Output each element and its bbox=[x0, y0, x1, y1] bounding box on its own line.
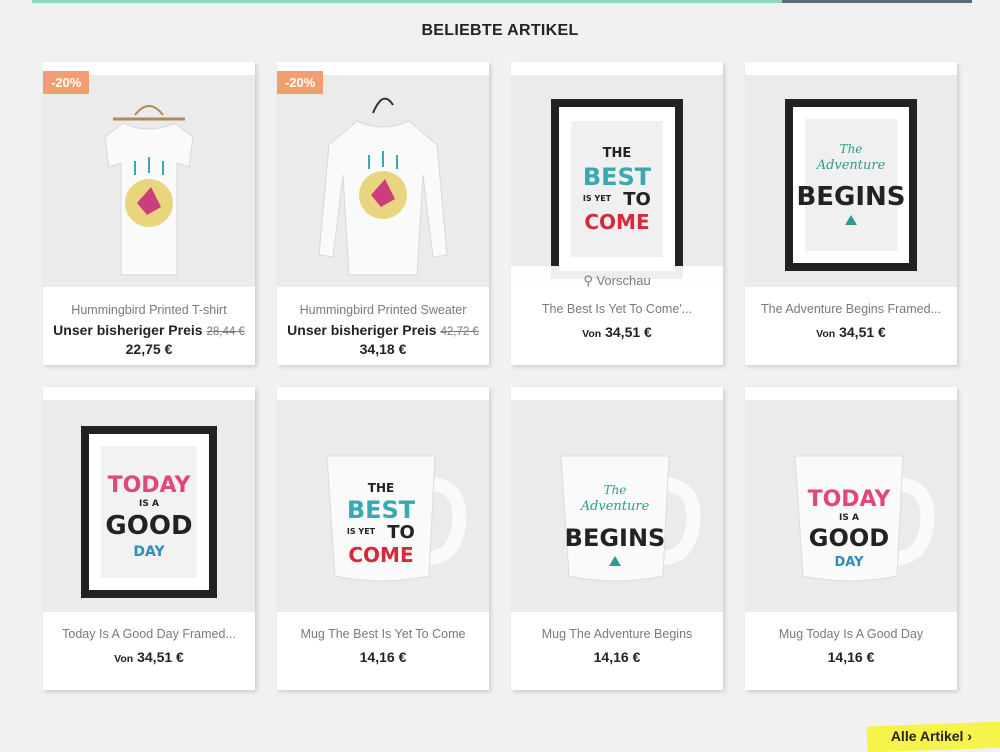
product-card-mug-today[interactable]: TODAY IS A GOOD DAY Mug Today Is A Good … bbox=[745, 387, 957, 690]
product-card-best-framed[interactable]: THE BEST IS YET TO COME ⚲ Vorschau The B… bbox=[511, 62, 723, 365]
art-text: GOOD bbox=[809, 524, 889, 552]
product-name[interactable]: Hummingbird Printed Sweater bbox=[277, 303, 489, 317]
art-text: Adventure bbox=[816, 158, 886, 173]
discount-badge: -20% bbox=[43, 71, 90, 94]
price-line: Von 34,51 € bbox=[745, 324, 957, 340]
product-price: 34,51 € bbox=[839, 324, 886, 340]
product-price: 14,16 € bbox=[359, 649, 407, 665]
search-icon: ⚲ bbox=[583, 273, 593, 288]
product-price: 14,16 € bbox=[827, 649, 875, 665]
quick-view-label: Vorschau bbox=[596, 273, 651, 288]
price-from-label: Von bbox=[816, 328, 836, 340]
art-text: The bbox=[604, 483, 627, 497]
art-text: THE bbox=[603, 146, 632, 161]
product-image-adventure-framed[interactable]: The Adventure BEGINS bbox=[745, 75, 957, 287]
art-text: The bbox=[840, 142, 863, 156]
product-name[interactable]: The Best Is Yet To Come'... bbox=[511, 302, 723, 316]
product-card-mug-adventure[interactable]: The Adventure BEGINS Mug The Adventure B… bbox=[511, 387, 723, 690]
art-text: COME bbox=[584, 210, 649, 234]
art-text: DAY bbox=[133, 544, 165, 560]
product-image-mug-adventure[interactable]: The Adventure BEGINS bbox=[511, 400, 723, 612]
regular-price: 42,72 € bbox=[440, 326, 479, 338]
price-line: Von 34,51 € bbox=[43, 649, 255, 665]
product-price: 34,51 € bbox=[137, 649, 184, 665]
product-name[interactable]: Mug Today Is A Good Day bbox=[745, 627, 957, 641]
product-name[interactable]: Hummingbird Printed T-shirt bbox=[43, 303, 255, 317]
product-price: 22,75 € bbox=[125, 341, 173, 357]
price-line: Unser bisheriger Preis 28,44 € bbox=[43, 322, 255, 338]
product-image-mug-today[interactable]: TODAY IS A GOOD DAY bbox=[745, 400, 957, 612]
product-card-tshirt[interactable]: -20% Hummingbird Printed T-shirt Unser b… bbox=[43, 62, 255, 365]
product-card-sweater[interactable]: -20% Hummingbird Printed Sweater Unser b… bbox=[277, 62, 489, 365]
price-line: Von 34,51 € bbox=[511, 324, 723, 340]
art-text: BEGINS bbox=[565, 524, 666, 552]
art-text: IS YET bbox=[583, 194, 612, 203]
price-from-label: Von bbox=[582, 328, 602, 340]
banner-dark-segment bbox=[782, 0, 972, 3]
art-text: Adventure bbox=[580, 499, 650, 514]
product-card-adventure-framed[interactable]: The Adventure BEGINS The Adventure Begin… bbox=[745, 62, 957, 365]
art-text: IS A bbox=[139, 499, 159, 509]
art-text: COME bbox=[348, 543, 413, 567]
price-label: Unser bisheriger Preis bbox=[53, 322, 203, 338]
top-banner-strip bbox=[32, 0, 972, 3]
price-label: Unser bisheriger Preis bbox=[287, 322, 437, 338]
all-products-label: Alle Artikel bbox=[890, 728, 964, 744]
product-price: 34,51 € bbox=[605, 324, 652, 340]
product-card-today-framed[interactable]: TODAY IS A GOOD DAY Today Is A Good Day … bbox=[43, 387, 255, 690]
art-text: IS YET bbox=[347, 527, 376, 536]
section-title: BELIEBTE ARTIKEL bbox=[421, 22, 579, 39]
product-name[interactable]: Mug The Best Is Yet To Come bbox=[277, 627, 489, 641]
product-price: 14,16 € bbox=[593, 649, 641, 665]
all-products-link[interactable]: Alle Artikel › bbox=[866, 721, 1000, 752]
art-text: BEST bbox=[583, 163, 652, 191]
product-image-today-framed[interactable]: TODAY IS A GOOD DAY bbox=[43, 400, 255, 612]
art-text: GOOD bbox=[105, 511, 192, 541]
art-text: TO bbox=[623, 189, 651, 210]
product-name[interactable]: The Adventure Begins Framed... bbox=[745, 302, 957, 316]
art-text: BEGINS bbox=[796, 182, 905, 212]
art-text: TODAY bbox=[808, 487, 892, 512]
product-image-mug-best[interactable]: THE BEST IS YET TO COME bbox=[277, 400, 489, 612]
price-line: Unser bisheriger Preis 42,72 € bbox=[277, 322, 489, 338]
product-image-sweater[interactable] bbox=[277, 75, 489, 287]
quick-view-button[interactable]: ⚲ Vorschau bbox=[511, 266, 723, 296]
product-price: 34,18 € bbox=[359, 341, 407, 357]
product-image-best-framed[interactable]: THE BEST IS YET TO COME bbox=[511, 75, 723, 287]
art-text: TODAY bbox=[108, 473, 192, 498]
discount-badge: -20% bbox=[277, 71, 324, 94]
regular-price: 28,44 € bbox=[206, 326, 245, 338]
art-text: TO bbox=[387, 522, 415, 543]
product-card-mug-best[interactable]: THE BEST IS YET TO COME Mug The Best Is … bbox=[277, 387, 489, 690]
price-from-label: Von bbox=[114, 653, 134, 665]
art-text: IS A bbox=[839, 513, 859, 523]
art-text: BEST bbox=[347, 496, 416, 524]
product-image-tshirt[interactable] bbox=[43, 75, 255, 287]
art-text: THE bbox=[368, 481, 394, 495]
art-text: DAY bbox=[834, 555, 864, 570]
product-name[interactable]: Mug The Adventure Begins bbox=[511, 627, 723, 641]
product-name[interactable]: Today Is A Good Day Framed... bbox=[43, 627, 255, 641]
chevron-right-icon: › bbox=[967, 728, 972, 744]
